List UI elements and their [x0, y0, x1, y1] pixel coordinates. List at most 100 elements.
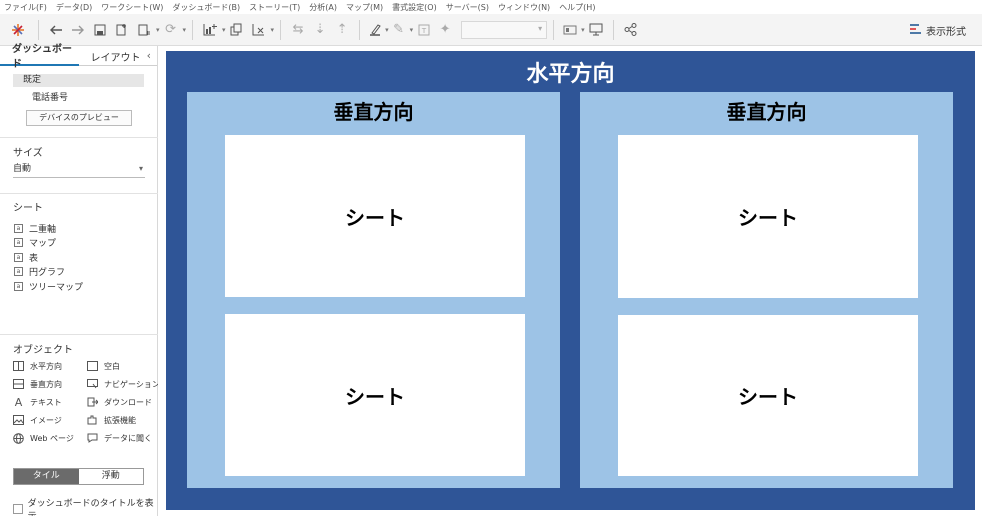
undo-icon[interactable] [45, 19, 67, 41]
device-default-item[interactable]: 既定 [13, 74, 144, 87]
worksheet-icon: a [14, 224, 23, 233]
toolbar: ▾ ⟳ ▾ ▾ ▾ ⇆ ⇣ ⇡ ▾ ✎ ▾ T ✦ ▾ 表示形式 [0, 14, 982, 46]
toolbar-separator [38, 19, 39, 40]
worksheet-icon: a [14, 282, 23, 291]
tableau-logo-icon[interactable] [4, 19, 32, 41]
device-preview-button[interactable]: デバイスのプレビュー [26, 110, 132, 126]
svg-text:T: T [421, 27, 427, 35]
extension-icon [87, 415, 98, 426]
swap-icon[interactable]: ⇆ [287, 19, 309, 41]
show-dashboard-title-checkbox[interactable]: ダッシュボードのタイトルを表示 [13, 496, 157, 516]
ask-data-icon [87, 433, 98, 444]
floating-option[interactable]: 浮動 [79, 469, 144, 484]
section-divider [0, 334, 158, 335]
object-horizontal[interactable]: 水平方向 [13, 359, 62, 373]
object-extension[interactable]: 拡張機能 [87, 413, 136, 427]
object-ask-data[interactable]: データに聞く [87, 431, 152, 445]
object-label: データに聞く [104, 433, 152, 443]
sheet-item-table[interactable]: a 表 [14, 251, 38, 264]
object-navigation[interactable]: ナビゲーション [87, 377, 160, 391]
object-blank[interactable]: 空白 [87, 359, 120, 373]
panel-tabs: ダッシュボード レイアウト ‹ [0, 44, 158, 70]
pin-icon[interactable]: ✦ [435, 19, 455, 41]
toolbar-separator [612, 19, 614, 40]
toolbar-separator [359, 19, 361, 40]
menu-server[interactable]: サーバー(S) [446, 2, 489, 13]
tiled-option[interactable]: タイル [14, 469, 79, 484]
checkbox-label: ダッシュボードのタイトルを表示 [27, 499, 154, 516]
save-icon[interactable] [89, 19, 111, 41]
object-label: 水平方向 [30, 361, 62, 371]
menu-data[interactable]: データ(D) [56, 2, 92, 13]
horizontal-container-icon [13, 361, 24, 372]
toolbar-separator [280, 19, 282, 40]
object-text[interactable]: A テキスト [13, 395, 62, 409]
show-me-button[interactable]: 表示形式 [910, 14, 966, 46]
menu-map[interactable]: マップ(M) [346, 2, 383, 13]
show-me-label: 表示形式 [926, 26, 966, 38]
share-icon[interactable] [620, 19, 642, 41]
object-download[interactable]: ダウンロード [87, 395, 152, 409]
sheet-placeholder[interactable]: シート [225, 135, 525, 297]
menu-format[interactable]: 書式設定(O) [392, 2, 437, 13]
menu-story[interactable]: ストーリー(T) [249, 2, 300, 13]
object-web-page[interactable]: Web ページ [13, 431, 74, 445]
menu-analysis[interactable]: 分析(A) [309, 2, 337, 13]
sheets-section: シート [0, 199, 158, 214]
sort-descending-icon[interactable]: ⇡ [331, 19, 353, 41]
new-datasource-icon[interactable] [111, 19, 133, 41]
toolbar-separator [192, 19, 194, 40]
size-dropdown[interactable]: 自動 [13, 162, 145, 178]
sheet-placeholder[interactable]: シート [225, 314, 525, 476]
menu-window[interactable]: ウィンドウ(N) [498, 2, 550, 13]
dashboard-canvas: 水平方向 垂直方向 シート シート 垂直方向 シート シート [158, 46, 982, 516]
horizontal-container-title: 水平方向 [526, 62, 615, 87]
presentation-mode-icon[interactable] [585, 19, 607, 41]
vertical-container-right[interactable]: 垂直方向 シート シート [580, 92, 953, 488]
refresh-icon[interactable]: ⟳ [160, 19, 182, 41]
object-label: 垂直方向 [30, 379, 62, 389]
sheet-item-map[interactable]: a マップ [14, 236, 56, 249]
sort-ascending-icon[interactable]: ⇣ [309, 19, 331, 41]
menu-dashboard[interactable]: ダッシュボード(B) [172, 2, 240, 13]
checkbox-box[interactable] [13, 504, 23, 514]
menu-help[interactable]: ヘルプ(H) [559, 2, 595, 13]
sheet-placeholder[interactable]: シート [618, 135, 918, 298]
navigation-icon [87, 379, 98, 390]
clear-sheet-icon[interactable] [248, 19, 270, 41]
collapse-panel-icon[interactable]: ‹ [147, 49, 151, 62]
show-cards-icon[interactable] [560, 19, 580, 41]
redo-icon[interactable] [67, 19, 89, 41]
highlight-icon[interactable] [366, 19, 384, 41]
fit-dropdown[interactable] [461, 20, 548, 39]
group-members-icon[interactable]: ✎ [389, 19, 409, 41]
vertical-container-icon [13, 379, 24, 390]
sheet-item-label: 二重軸 [29, 225, 57, 235]
worksheet-icon: a [14, 253, 23, 262]
menu-file[interactable]: ファイル(F) [4, 2, 47, 13]
chevron-down-icon[interactable]: ▾ [271, 26, 275, 34]
show-mark-labels-icon[interactable]: T [413, 19, 435, 41]
menu-bar: ファイル(F) データ(D) ワークシート(W) ダッシュボード(B) ストーリ… [0, 0, 982, 14]
object-label: 拡張機能 [104, 415, 136, 425]
object-label: Web ページ [30, 433, 74, 443]
sheet-placeholder[interactable]: シート [618, 315, 918, 476]
new-worksheet-icon[interactable] [199, 19, 221, 41]
device-phone-item[interactable]: 電話番号 [32, 90, 68, 103]
vertical-container-left[interactable]: 垂直方向 シート シート [187, 92, 560, 488]
tab-layout[interactable]: レイアウト [79, 46, 158, 66]
chevron-down-icon[interactable]: ▾ [183, 26, 187, 34]
sheet-item-pie[interactable]: a 円グラフ [14, 265, 65, 278]
horizontal-container[interactable]: 水平方向 垂直方向 シート シート 垂直方向 シート シート [166, 51, 975, 510]
sheets-section-title: シート [13, 203, 43, 214]
sheet-item-dual-axis[interactable]: a 二重軸 [14, 222, 56, 235]
object-vertical[interactable]: 垂直方向 [13, 377, 62, 391]
section-divider [0, 193, 158, 194]
duplicate-icon[interactable] [226, 19, 248, 41]
object-image[interactable]: イメージ [13, 413, 62, 427]
pause-updates-icon[interactable] [133, 19, 155, 41]
tab-dashboard[interactable]: ダッシュボード [0, 44, 79, 70]
sheet-item-label: マップ [29, 239, 57, 249]
menu-worksheet[interactable]: ワークシート(W) [101, 2, 163, 13]
sheet-item-treemap[interactable]: a ツリーマップ [14, 280, 83, 293]
